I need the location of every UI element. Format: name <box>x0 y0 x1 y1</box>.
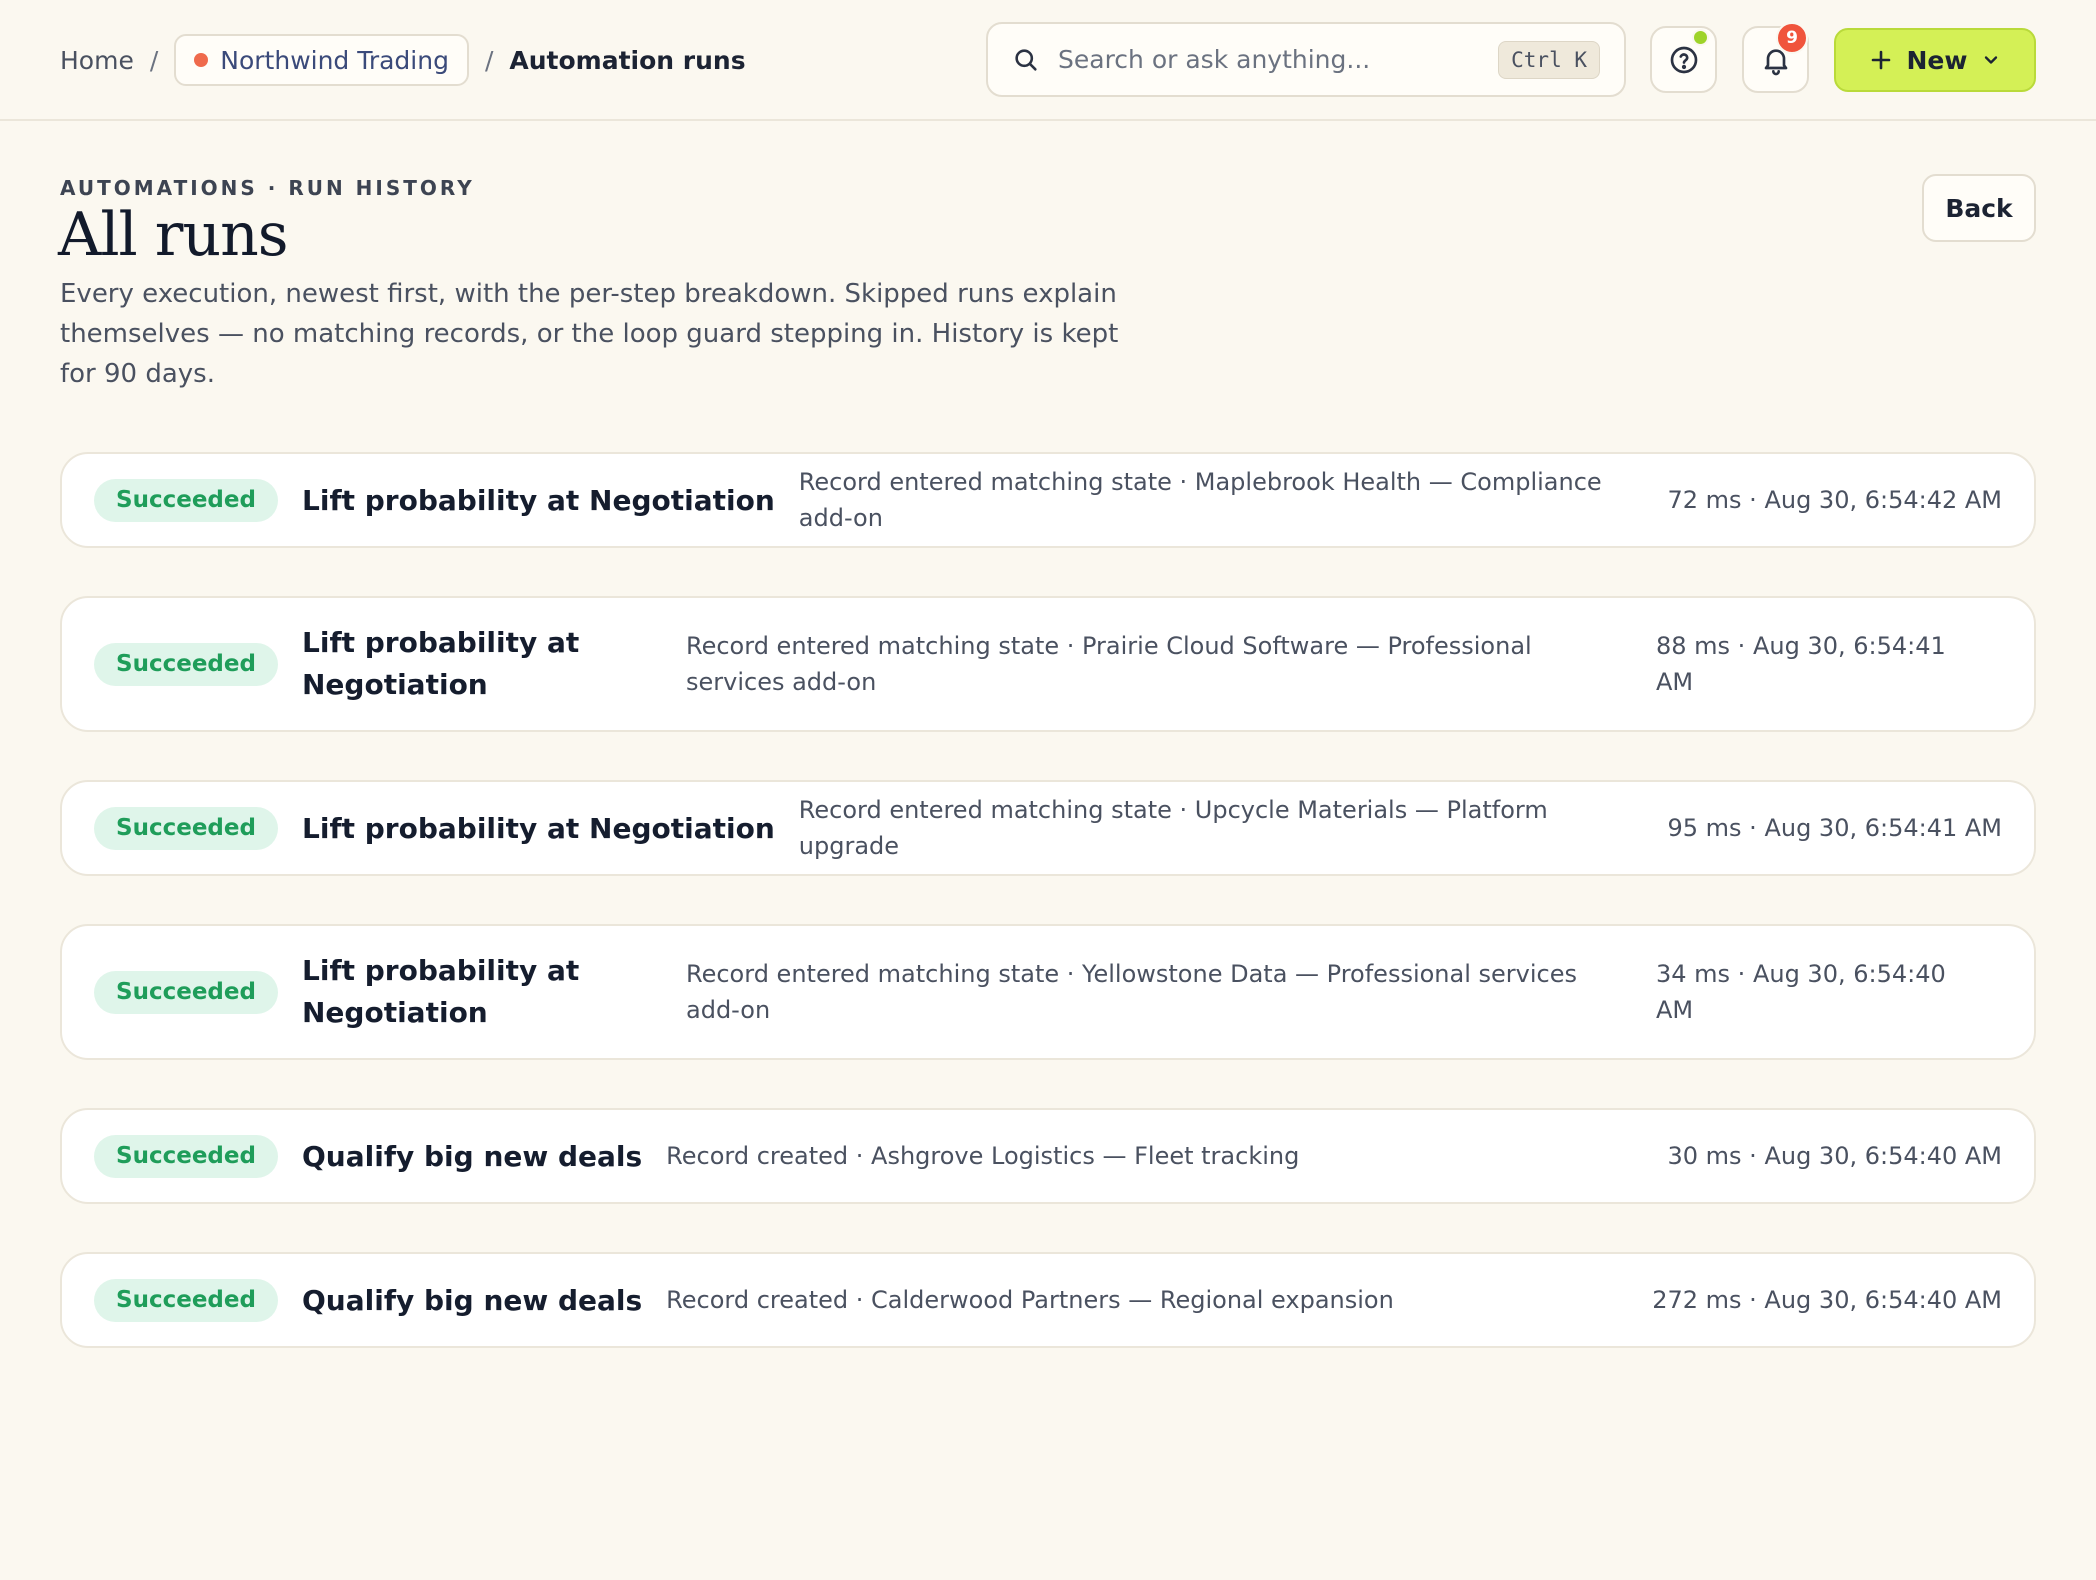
status-badge: Succeeded <box>94 642 278 686</box>
run-row[interactable]: Succeeded Lift probability at Negotiatio… <box>60 596 2036 732</box>
page-description: Every execution, newest first, with the … <box>60 279 1119 389</box>
run-trigger-detail: Record entered matching state · Maplebro… <box>798 468 1602 532</box>
help-button[interactable] <box>1650 26 1717 93</box>
run-duration-timestamp: 272 ms · Aug 30, 6:54:40 AM <box>1652 1286 2002 1314</box>
status-badge: Succeeded <box>94 806 278 850</box>
search-icon <box>1015 48 1037 71</box>
run-row[interactable]: Succeeded Qualify big new deals Record c… <box>60 1108 2036 1204</box>
page-title: All runs <box>58 200 289 270</box>
automation-name: Qualify big new deals <box>302 1139 643 1173</box>
organization-color-dot <box>194 53 209 67</box>
breadcrumb-home-link[interactable]: Home <box>60 46 134 75</box>
status-badge: Succeeded <box>94 478 278 522</box>
status-badge: Succeeded <box>94 970 278 1014</box>
page-eyebrow: AUTOMATIONS · RUN HISTORY <box>60 176 475 200</box>
breadcrumb: Home / Northwind Trading / Automation ru… <box>60 34 746 86</box>
status-badge: Succeeded <box>94 1134 278 1178</box>
automation-name: Lift probability at Negotiation <box>302 954 580 1029</box>
automation-name: Lift probability at Negotiation <box>302 483 775 517</box>
run-row[interactable]: Succeeded Lift probability at Negotiatio… <box>60 452 2036 548</box>
search-input[interactable] <box>1058 45 1499 74</box>
help-circle-icon <box>1670 46 1697 73</box>
run-duration-timestamp: 72 ms · Aug 30, 6:54:42 AM <box>1667 486 2003 514</box>
chevron-down-icon <box>1985 56 1998 64</box>
run-duration-timestamp: 34 ms · Aug 30, 6:54:40 AM <box>1656 960 1946 1024</box>
organization-name: Northwind Trading <box>220 45 449 75</box>
notification-count-badge: 9 <box>1776 22 1808 54</box>
runs-list: Succeeded Lift probability at Negotiatio… <box>60 452 2036 1396</box>
run-duration-timestamp: 88 ms · Aug 30, 6:54:41 AM <box>1656 632 1946 696</box>
automation-name: Lift probability at Negotiation <box>302 811 775 845</box>
search-shortcut-hint: Ctrl K <box>1498 40 1600 79</box>
new-button[interactable]: New <box>1834 28 2036 92</box>
run-trigger-detail: Record created · Ashgrove Logistics — Fl… <box>666 1142 1300 1170</box>
status-badge: Succeeded <box>94 1278 278 1322</box>
run-row[interactable]: Succeeded Lift probability at Negotiatio… <box>60 780 2036 876</box>
organization-switcher[interactable]: Northwind Trading <box>174 34 469 86</box>
run-trigger-detail: Record entered matching state · Yellowst… <box>686 960 1577 1024</box>
run-duration-timestamp: 95 ms · Aug 30, 6:54:41 AM <box>1667 814 2003 842</box>
run-trigger-detail: Record entered matching state · Upcycle … <box>798 796 1548 860</box>
plus-icon <box>1871 50 1890 70</box>
breadcrumb-separator: / <box>149 45 159 75</box>
breadcrumb-separator: / <box>484 45 494 75</box>
breadcrumb-current: Automation runs <box>509 45 746 75</box>
search-box[interactable]: Ctrl K <box>986 22 1626 97</box>
back-button[interactable]: Back <box>1922 174 2036 242</box>
run-trigger-detail: Record created · Calderwood Partners — R… <box>666 1286 1394 1314</box>
run-row[interactable]: Succeeded Qualify big new deals Record c… <box>60 1252 2036 1348</box>
run-row[interactable]: Succeeded Lift probability at Negotiatio… <box>60 924 2036 1060</box>
new-button-label: New <box>1906 45 1968 75</box>
run-trigger-detail: Record entered matching state · Prairie … <box>686 632 1532 696</box>
online-status-dot <box>1692 29 1709 46</box>
automation-name: Qualify big new deals <box>302 1283 643 1317</box>
run-duration-timestamp: 30 ms · Aug 30, 6:54:40 AM <box>1667 1142 2003 1170</box>
notifications-button[interactable]: 9 <box>1742 22 1809 93</box>
top-bar: Home / Northwind Trading / Automation ru… <box>0 0 2096 121</box>
automation-name: Lift probability at Negotiation <box>302 626 580 701</box>
